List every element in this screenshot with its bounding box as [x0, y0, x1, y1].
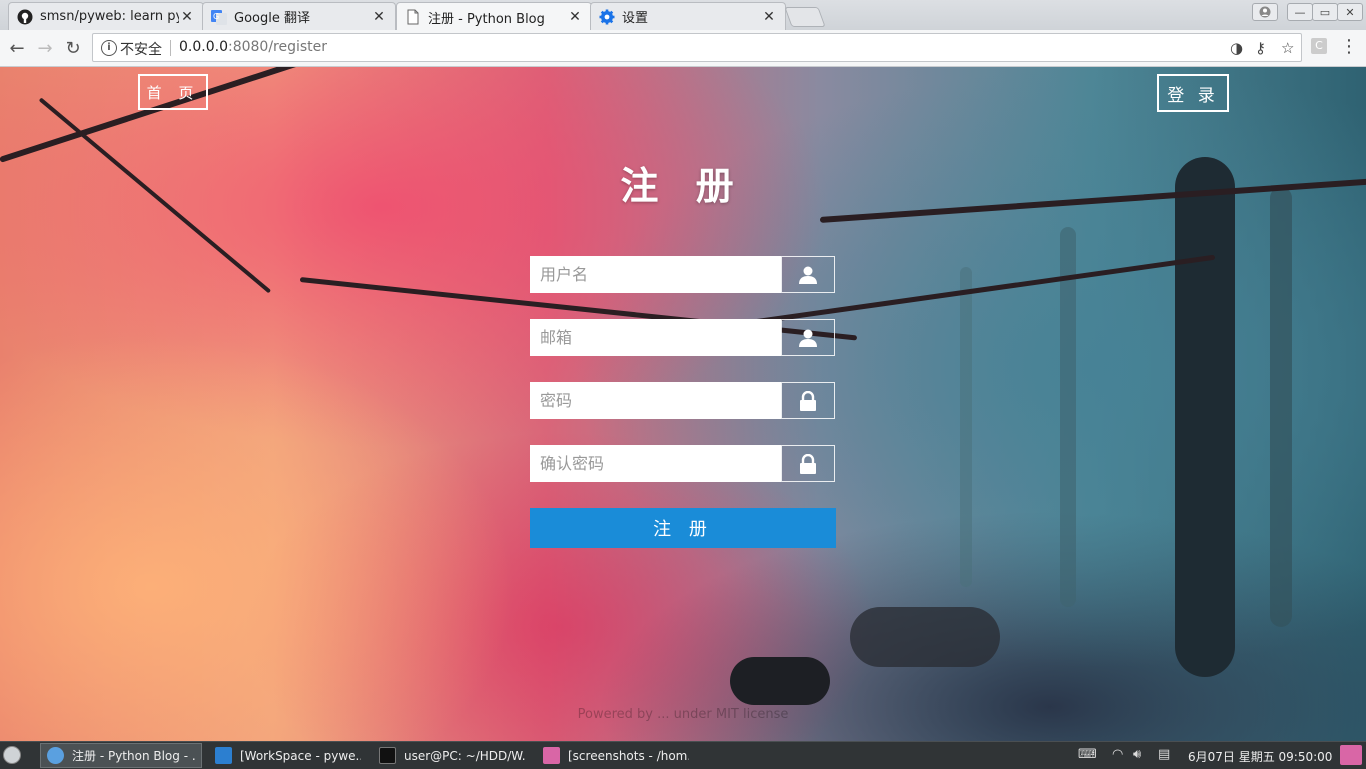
page-icon	[405, 9, 421, 25]
clock[interactable]: 6月07日 星期五 09:50:00	[1188, 748, 1332, 765]
forward-arrow-icon[interactable]: →	[33, 36, 57, 60]
taskbar-item-terminal[interactable]: user@PC: ~/HDD/W...	[372, 743, 532, 768]
taskbar-item-label: [screenshots - /hom...	[568, 748, 689, 763]
confirm-password-input[interactable]	[530, 445, 781, 482]
tab-title: Google 翻译	[234, 11, 310, 26]
os-taskbar: 注册 - Python Blog - ... [WorkSpace - pywe…	[0, 741, 1366, 769]
maximize-window-button[interactable]: ▭	[1312, 3, 1338, 21]
taskbar-item-vscode[interactable]: [WorkSpace - pywe...	[208, 743, 368, 768]
folder-icon	[543, 747, 560, 764]
tab-title: 注册 - Python Blog	[428, 11, 545, 27]
close-tab-icon[interactable]: ✕	[179, 9, 195, 25]
volume-icon[interactable]: 🔊︎	[1133, 747, 1141, 762]
close-tab-icon[interactable]: ✕	[567, 9, 583, 25]
username-field-group	[530, 256, 835, 293]
terminal-icon	[379, 747, 396, 764]
password-field-group	[530, 382, 835, 419]
settings-gear-icon	[599, 9, 615, 25]
password-input[interactable]	[530, 382, 781, 419]
taskbar-item-label: user@PC: ~/HDD/W...	[404, 748, 525, 763]
clipboard-icon[interactable]: ▤	[1158, 747, 1170, 762]
url-host: 0.0.0.0	[179, 39, 228, 55]
chromium-icon	[47, 747, 64, 764]
tab-google-translate[interactable]: G Google 翻译 ✕	[202, 2, 396, 30]
bookmark-star-icon[interactable]: ☆	[1281, 39, 1294, 57]
browser-tab-strip: smsn/pyweb: learn py ✕ G Google 翻译 ✕ 注册 …	[0, 0, 1366, 31]
browser-menu-icon[interactable]: ⋮	[1340, 36, 1358, 57]
start-menu-icon[interactable]	[3, 746, 21, 764]
extension-icon[interactable]: C	[1311, 38, 1327, 54]
page-footer: Powered by ... under MIT license	[577, 707, 789, 722]
address-bar[interactable]: i 不安全 0.0.0.0:8080/register ◑ ⚷ ☆	[92, 33, 1302, 62]
close-window-button[interactable]: ✕	[1337, 3, 1363, 21]
profile-icon[interactable]	[1252, 3, 1278, 21]
taskbar-item-browser[interactable]: 注册 - Python Blog - ...	[40, 743, 202, 768]
translate-page-icon[interactable]: ◑	[1230, 39, 1243, 57]
tab-title: smsn/pyweb: learn py	[40, 9, 179, 24]
google-translate-icon: G	[211, 9, 227, 25]
confirm-password-field-group	[530, 445, 835, 482]
reload-icon[interactable]: ↻	[61, 36, 85, 60]
email-input[interactable]	[530, 319, 781, 356]
keyboard-icon[interactable]: ⌨	[1078, 747, 1097, 762]
github-icon	[17, 9, 33, 25]
register-page: 首 页 登 录 注 册 注 册 Powered by ... under MIT…	[0, 67, 1366, 741]
taskbar-item-file-manager[interactable]: [screenshots - /hom...	[536, 743, 696, 768]
svg-text:G: G	[213, 12, 219, 21]
show-desktop-button[interactable]	[1340, 745, 1362, 765]
taskbar-item-label: 注册 - Python Blog - ...	[72, 749, 195, 763]
divider	[170, 40, 171, 56]
email-field-group	[530, 319, 835, 356]
user-icon	[781, 319, 835, 356]
wifi-icon[interactable]: ◠	[1112, 747, 1123, 762]
close-tab-icon[interactable]: ✕	[371, 9, 387, 25]
url-text[interactable]: 0.0.0.0:8080/register	[179, 39, 327, 55]
login-nav-button[interactable]: 登 录	[1157, 74, 1229, 112]
vscode-icon	[215, 747, 232, 764]
tab-github[interactable]: smsn/pyweb: learn py ✕	[8, 2, 204, 30]
tab-title: 设置	[622, 11, 649, 26]
security-label: 不安全	[120, 42, 162, 58]
url-path: :8080/register	[227, 39, 328, 55]
key-icon[interactable]: ⚷	[1255, 39, 1266, 57]
tab-settings[interactable]: 设置 ✕	[590, 2, 786, 30]
back-arrow-icon[interactable]: ←	[5, 36, 29, 60]
taskbar-item-label: [WorkSpace - pywe...	[240, 748, 361, 763]
home-nav-button[interactable]: 首 页	[138, 74, 208, 110]
close-tab-icon[interactable]: ✕	[761, 9, 777, 25]
new-tab-button[interactable]	[784, 7, 826, 27]
username-input[interactable]	[530, 256, 781, 293]
register-submit-button[interactable]: 注 册	[530, 508, 836, 548]
lock-icon	[781, 445, 835, 482]
user-icon	[781, 256, 835, 293]
minimize-window-button[interactable]: —	[1287, 3, 1313, 21]
lock-icon	[781, 382, 835, 419]
info-icon[interactable]: i	[101, 40, 117, 56]
tab-register[interactable]: 注册 - Python Blog ✕	[396, 2, 592, 31]
page-title: 注 册	[620, 164, 746, 208]
browser-toolbar: ← → ↻ i 不安全 0.0.0.0:8080/register ◑ ⚷ ☆ …	[0, 30, 1366, 67]
